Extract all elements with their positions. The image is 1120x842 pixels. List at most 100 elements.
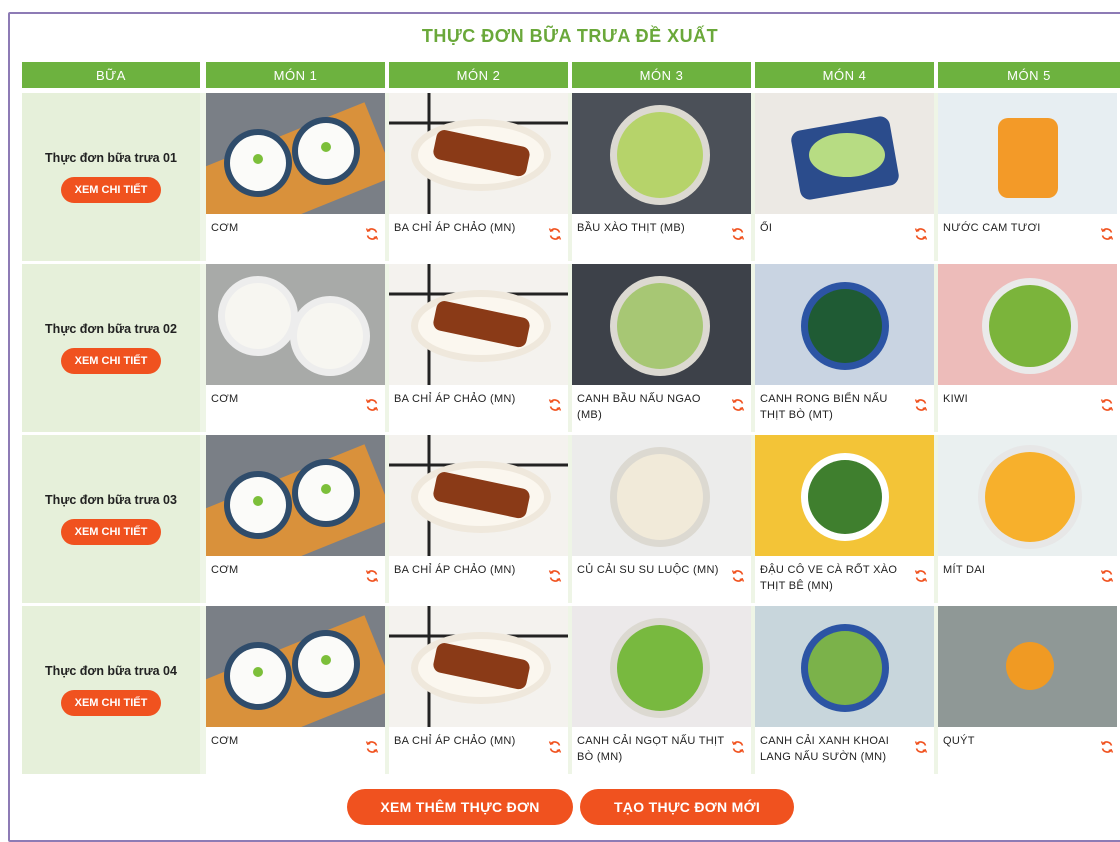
- refresh-icon[interactable]: [914, 569, 928, 583]
- dish-name: BA CHỈ ÁP CHẢO (MN): [394, 393, 516, 405]
- dish-photo: [389, 435, 568, 556]
- dish-photo: [572, 93, 751, 214]
- dish-photo: [206, 264, 385, 385]
- dish-card[interactable]: CƠM: [206, 435, 385, 603]
- refresh-icon[interactable]: [548, 398, 562, 412]
- dish-name: QUÝT: [943, 735, 975, 747]
- dish-card[interactable]: KIWI: [938, 264, 1120, 432]
- dish-card[interactable]: CỦ CẢI SU SU LUỘC (MN): [572, 435, 751, 603]
- dish-card[interactable]: CANH CẢI NGỌT NẤU THỊT BÒ (MN): [572, 606, 751, 774]
- meal-cell: Thực đơn bữa trưa 01 XEM CHI TIẾT: [22, 93, 200, 261]
- refresh-icon[interactable]: [731, 398, 745, 412]
- dish-card[interactable]: NƯỚC CAM TƯƠI: [938, 93, 1120, 261]
- dish-photo: [755, 435, 934, 556]
- dish-name: CANH CẢI XANH KHOAI LANG NẤU SƯỜN (MN): [760, 735, 890, 763]
- view-detail-button[interactable]: XEM CHI TIẾT: [60, 177, 162, 203]
- refresh-icon[interactable]: [365, 569, 379, 583]
- dish-name: CANH CẢI NGỌT NẤU THỊT BÒ (MN): [577, 735, 725, 763]
- refresh-icon[interactable]: [365, 740, 379, 754]
- dish-photo: [206, 606, 385, 727]
- dish-name: BẦU XÀO THỊT (MB): [577, 222, 685, 234]
- dish-name: NƯỚC CAM TƯƠI: [943, 222, 1041, 234]
- meal-name: Thực đơn bữa trưa 03: [45, 493, 177, 507]
- refresh-icon[interactable]: [914, 398, 928, 412]
- dish-name: CANH BẦU NẤU NGAO (MB): [577, 393, 701, 421]
- dish-photo: [389, 93, 568, 214]
- refresh-icon[interactable]: [731, 740, 745, 754]
- dish-name: MÍT DAI: [943, 564, 986, 576]
- dish-name: BA CHỈ ÁP CHẢO (MN): [394, 564, 516, 576]
- dish-card[interactable]: CANH RONG BIỂN NẤU THỊT BÒ (MT): [755, 264, 934, 432]
- dish-card[interactable]: BA CHỈ ÁP CHẢO (MN): [389, 93, 568, 261]
- dish-photo: [572, 435, 751, 556]
- dish-name: BA CHỈ ÁP CHẢO (MN): [394, 222, 516, 234]
- refresh-icon[interactable]: [914, 740, 928, 754]
- header-dish-4: MÓN 4: [755, 62, 934, 88]
- refresh-icon[interactable]: [1100, 398, 1114, 412]
- meal-cell: Thực đơn bữa trưa 03 XEM CHI TIẾT: [22, 435, 200, 603]
- dish-photo: [206, 435, 385, 556]
- refresh-icon[interactable]: [548, 569, 562, 583]
- refresh-icon[interactable]: [365, 227, 379, 241]
- refresh-icon[interactable]: [548, 740, 562, 754]
- refresh-icon[interactable]: [1100, 227, 1114, 241]
- dish-card[interactable]: BA CHỈ ÁP CHẢO (MN): [389, 606, 568, 774]
- dish-card[interactable]: MÍT DAI: [938, 435, 1120, 603]
- header-dish-5: MÓN 5: [938, 62, 1120, 88]
- refresh-icon[interactable]: [1100, 740, 1114, 754]
- dish-photo: [755, 606, 934, 727]
- dish-photo: [938, 93, 1117, 214]
- dish-name: CƠM: [211, 222, 239, 234]
- meal-cell: Thực đơn bữa trưa 02 XEM CHI TIẾT: [22, 264, 200, 432]
- refresh-icon[interactable]: [914, 227, 928, 241]
- dish-photo: [938, 264, 1117, 385]
- dish-card[interactable]: BA CHỈ ÁP CHẢO (MN): [389, 435, 568, 603]
- dish-card[interactable]: CANH CẢI XANH KHOAI LANG NẤU SƯỜN (MN): [755, 606, 934, 774]
- refresh-icon[interactable]: [548, 227, 562, 241]
- view-detail-button[interactable]: XEM CHI TIẾT: [60, 348, 162, 374]
- dish-name: CANH RONG BIỂN NẤU THỊT BÒ (MT): [760, 393, 888, 421]
- view-detail-button[interactable]: XEM CHI TIẾT: [60, 519, 162, 545]
- dish-photo: [572, 264, 751, 385]
- dish-name: CƠM: [211, 564, 239, 576]
- meal-cell: Thực đơn bữa trưa 04 XEM CHI TIẾT: [22, 606, 200, 774]
- meal-name: Thực đơn bữa trưa 02: [45, 322, 177, 336]
- dish-card[interactable]: BA CHỈ ÁP CHẢO (MN): [389, 264, 568, 432]
- dish-photo: [938, 606, 1117, 727]
- view-detail-button[interactable]: XEM CHI TIẾT: [60, 690, 162, 716]
- create-new-menu-button[interactable]: TẠO THỰC ĐƠN MỚI: [580, 789, 794, 825]
- dish-name: CƠM: [211, 393, 239, 405]
- page-title: THỰC ĐƠN BỮA TRƯA ĐỀ XUẤT: [421, 26, 719, 46]
- dish-card[interactable]: QUÝT: [938, 606, 1120, 774]
- dish-name: ỔI: [760, 222, 773, 234]
- dish-photo: [389, 264, 568, 385]
- dish-card[interactable]: BẦU XÀO THỊT (MB): [572, 93, 751, 261]
- dish-name: CƠM: [211, 735, 239, 747]
- dish-name: CỦ CẢI SU SU LUỘC (MN): [577, 564, 719, 576]
- header-dish-2: MÓN 2: [389, 62, 568, 88]
- dish-name: ĐẬU CÔ VE CÀ RỐT XÀO THỊT BÊ (MN): [760, 564, 898, 592]
- dish-photo: [572, 606, 751, 727]
- refresh-icon[interactable]: [731, 569, 745, 583]
- meal-name: Thực đơn bữa trưa 04: [45, 664, 177, 678]
- dish-card[interactable]: CƠM: [206, 93, 385, 261]
- dish-card[interactable]: ĐẬU CÔ VE CÀ RỐT XÀO THỊT BÊ (MN): [755, 435, 934, 603]
- dish-name: KIWI: [943, 393, 969, 405]
- dish-photo: [755, 93, 934, 214]
- dish-card[interactable]: CƠM: [206, 606, 385, 774]
- header-meal: BỮA: [22, 62, 200, 88]
- see-more-menus-button[interactable]: XEM THÊM THỰC ĐƠN: [347, 789, 573, 825]
- dish-photo: [389, 606, 568, 727]
- dish-photo: [206, 93, 385, 214]
- refresh-icon[interactable]: [365, 398, 379, 412]
- header-dish-1: MÓN 1: [206, 62, 385, 88]
- dish-name: BA CHỈ ÁP CHẢO (MN): [394, 735, 516, 747]
- dish-card[interactable]: CƠM: [206, 264, 385, 432]
- dish-card[interactable]: ỔI: [755, 93, 934, 261]
- meal-name: Thực đơn bữa trưa 01: [45, 151, 177, 165]
- header-dish-3: MÓN 3: [572, 62, 751, 88]
- dish-photo: [938, 435, 1117, 556]
- dish-card[interactable]: CANH BẦU NẤU NGAO (MB): [572, 264, 751, 432]
- refresh-icon[interactable]: [731, 227, 745, 241]
- refresh-icon[interactable]: [1100, 569, 1114, 583]
